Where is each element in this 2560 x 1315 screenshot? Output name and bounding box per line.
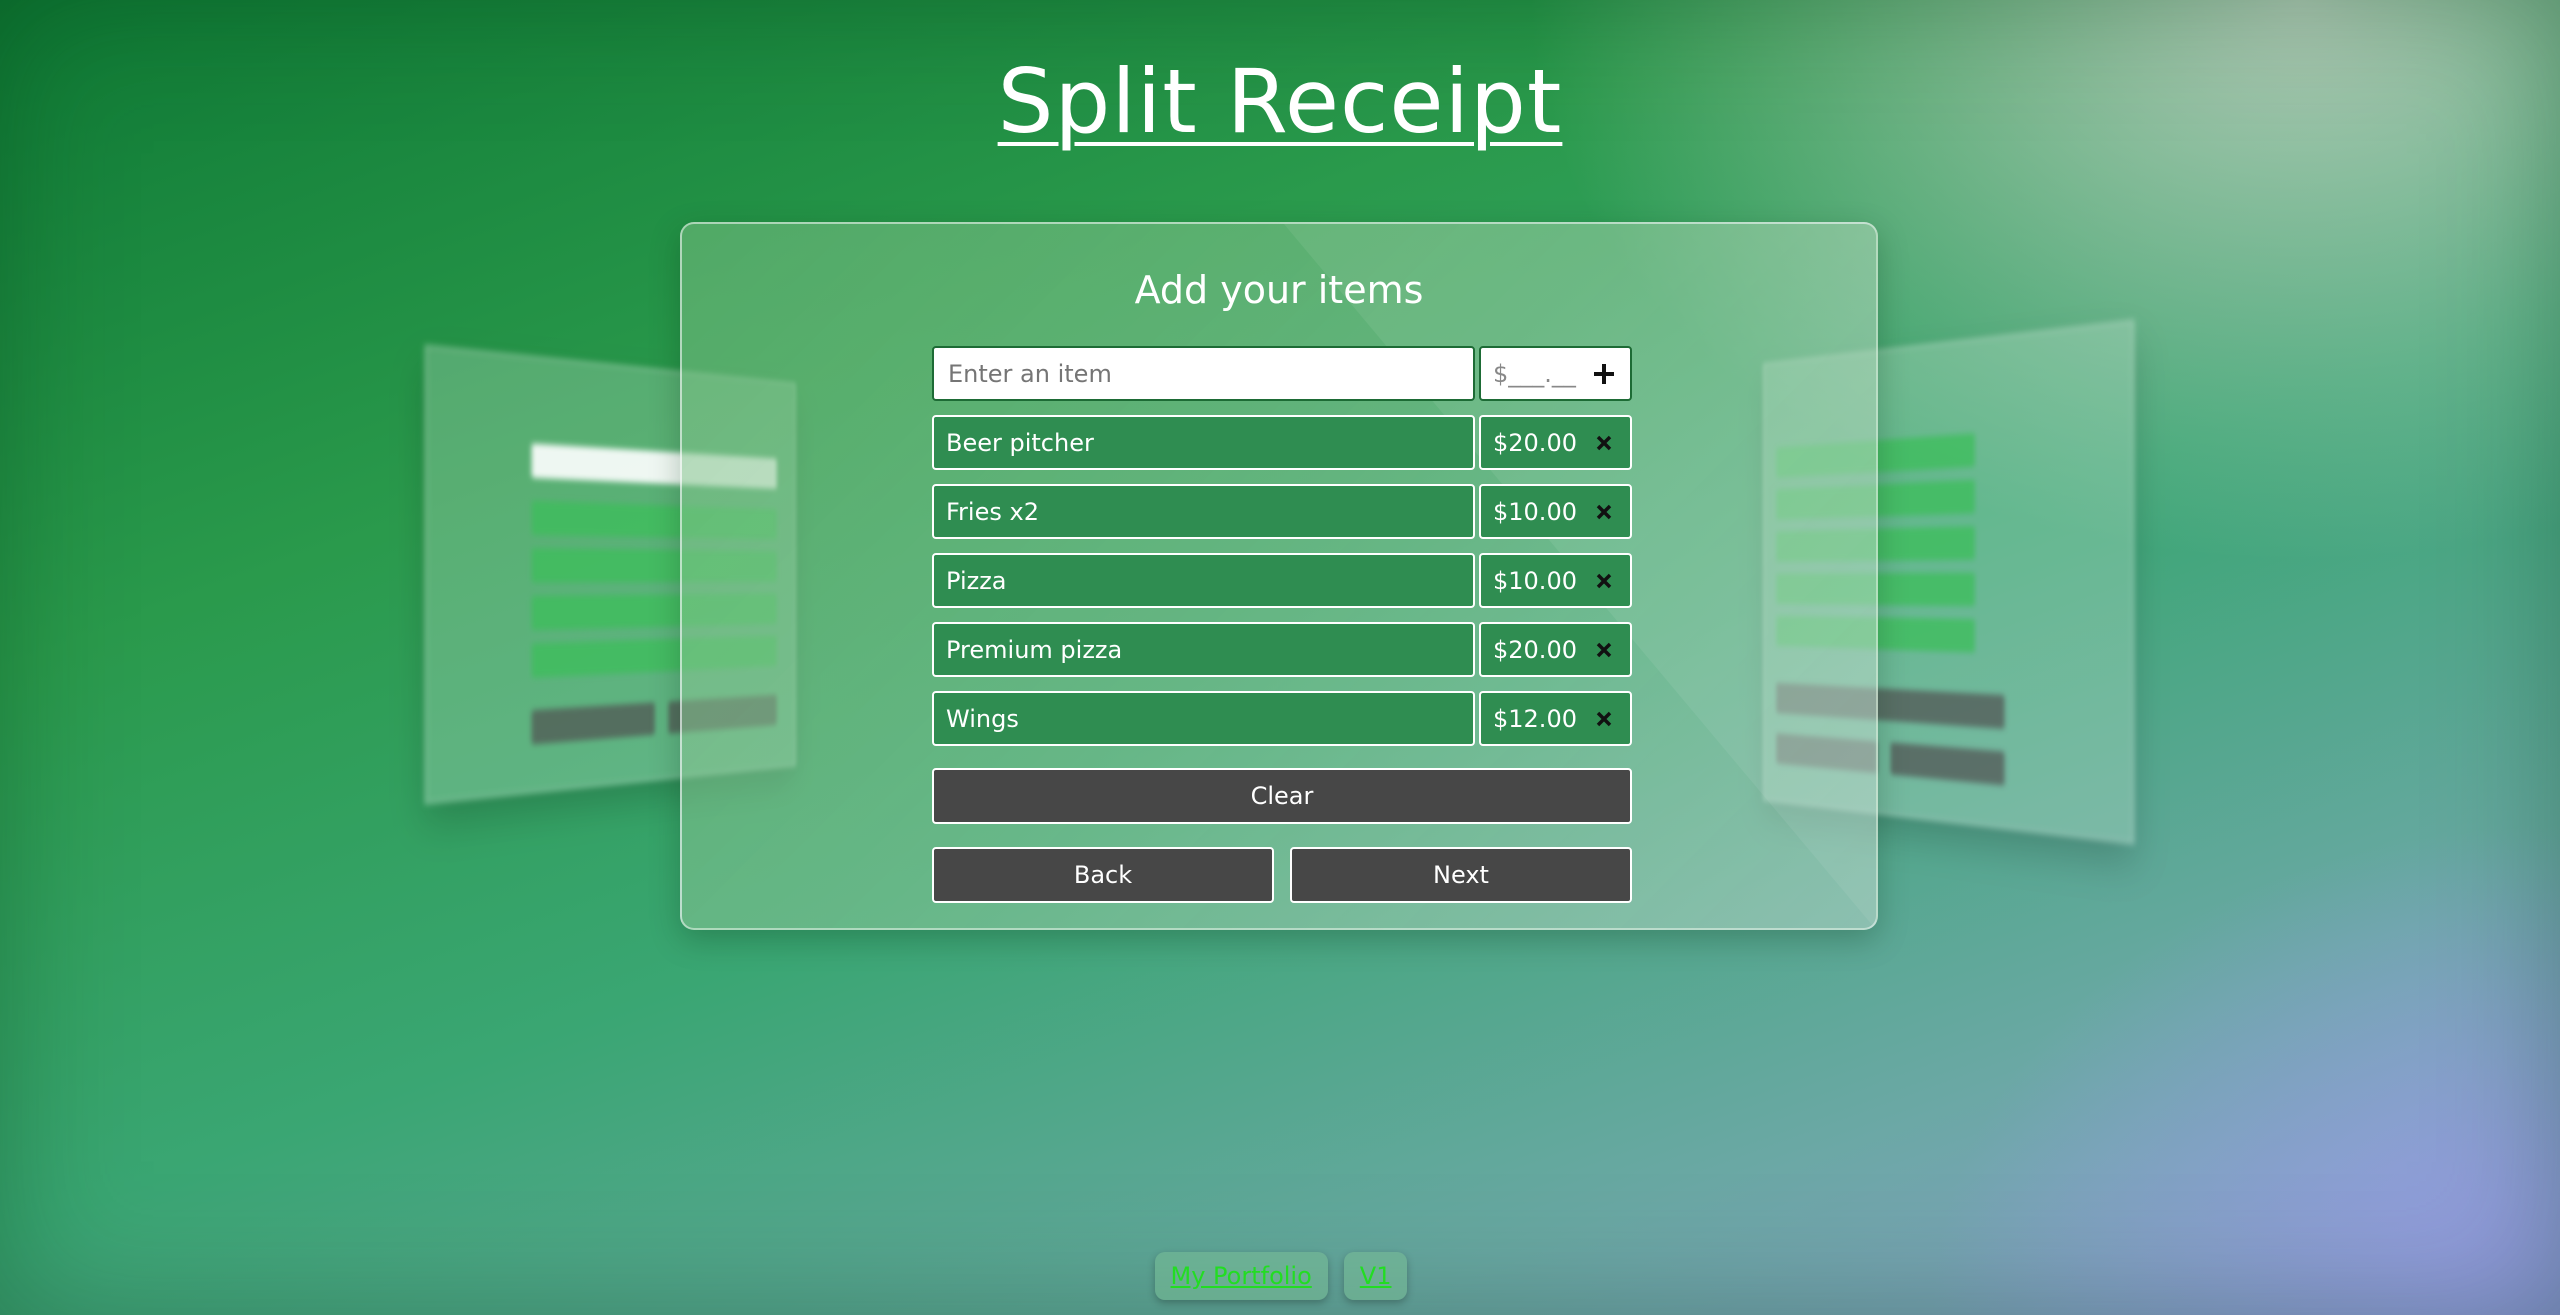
plus-icon[interactable]	[1590, 360, 1618, 388]
item-price-field: $10.00	[1479, 484, 1632, 539]
item-price-field: $20.00	[1479, 415, 1632, 470]
add-items-card: Add your items $___.__ Beer pitcher $20.…	[680, 222, 1878, 930]
page-title: Split Receipt	[997, 50, 1563, 153]
item-entry-row: $___.__	[932, 346, 1632, 401]
item-price[interactable]: $20.00	[1493, 636, 1577, 664]
item-name-input[interactable]	[946, 358, 1473, 389]
item-price-field: $20.00	[1479, 622, 1632, 677]
item-price[interactable]: $12.00	[1493, 705, 1577, 733]
close-icon[interactable]	[1590, 636, 1618, 664]
item-name[interactable]: Wings	[932, 691, 1475, 746]
item-price-input[interactable]: $___.__	[1493, 360, 1576, 388]
item-row: Fries x2 $10.00	[932, 484, 1632, 539]
item-name[interactable]: Pizza	[932, 553, 1475, 608]
close-icon[interactable]	[1590, 705, 1618, 733]
back-button[interactable]: Back	[932, 847, 1274, 903]
item-price-field[interactable]: $___.__	[1479, 346, 1632, 401]
footer-links: My Portfolio V1	[0, 1252, 2560, 1300]
close-icon[interactable]	[1590, 567, 1618, 595]
portfolio-link[interactable]: My Portfolio	[1154, 1252, 1328, 1300]
close-icon[interactable]	[1590, 498, 1618, 526]
next-button[interactable]: Next	[1290, 847, 1632, 903]
item-price[interactable]: $10.00	[1493, 567, 1577, 595]
item-name[interactable]: Premium pizza	[932, 622, 1475, 677]
item-name-field	[932, 346, 1475, 401]
item-row: Wings $12.00	[932, 691, 1632, 746]
item-name[interactable]: Fries x2	[932, 484, 1475, 539]
item-price[interactable]: $10.00	[1493, 498, 1577, 526]
item-row: Premium pizza $20.00	[932, 622, 1632, 677]
item-price-field: $10.00	[1479, 553, 1632, 608]
item-name[interactable]: Beer pitcher	[932, 415, 1475, 470]
clear-button[interactable]: Clear	[932, 768, 1632, 824]
item-price[interactable]: $20.00	[1493, 429, 1577, 457]
item-row: Beer pitcher $20.00	[932, 415, 1632, 470]
item-price-field: $12.00	[1479, 691, 1632, 746]
version-link[interactable]: V1	[1343, 1252, 1408, 1300]
card-heading: Add your items	[1134, 268, 1424, 312]
close-icon[interactable]	[1590, 429, 1618, 457]
item-row: Pizza $10.00	[932, 553, 1632, 608]
